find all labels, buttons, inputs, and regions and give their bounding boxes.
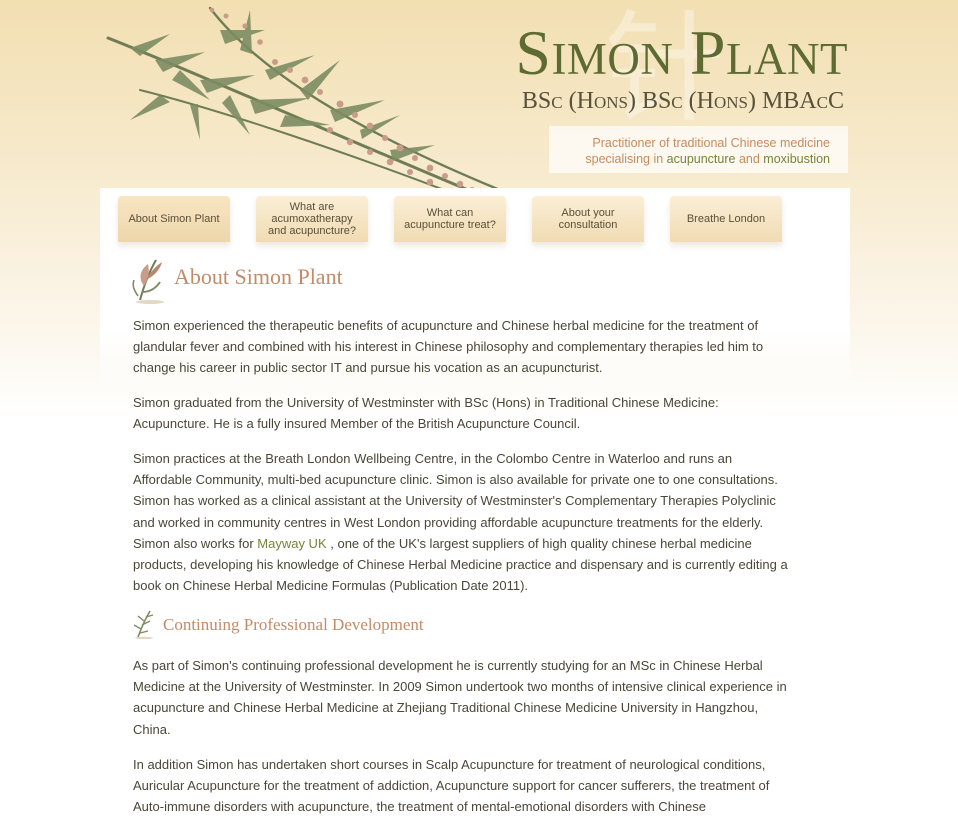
leaf-sprig-icon [133,610,154,639]
moxibustion-link[interactable]: moxibustion [763,152,830,166]
page-title: About Simon Plant [174,264,343,289]
nav-tab-about-your-consultation[interactable]: About your consultation [532,196,644,242]
site-header: 针 Simon Plant BSc (Hons) BSc (Hons) MBAc… [100,0,850,197]
nav-tab-label: About Simon Plant [128,213,220,225]
page-container: 针 Simon Plant BSc (Hons) BSc (Hons) MBAc… [100,0,850,814]
site-title: Simon Plant [515,17,848,88]
paragraph: In addition Simon has undertaken short c… [133,757,770,815]
nav-tab-breathe-london[interactable]: Breathe London [670,196,782,242]
nav-tab-about-simon-plant[interactable]: About Simon Plant [118,196,230,242]
acupuncture-link[interactable]: acupuncture [667,152,736,166]
tagline: Practitioner of traditional Chinese medi… [549,126,848,173]
nav-tab-label: What are acumoxatherapy and acupuncture? [267,201,357,237]
nav-tab-label: Breathe London [686,213,766,225]
nav-tab-label: What can acupuncture treat? [404,207,496,231]
main-nav: About Simon Plant What are acumoxatherap… [118,196,838,246]
herb-branch-illustration [106,6,502,197]
paragraph: Simon graduated from the University of W… [133,395,719,432]
mayway-uk-link[interactable]: Mayway UK [257,536,326,551]
tagline-and: and [735,152,764,166]
tagline-line2: specialising in acupuncture and moxibust… [549,151,830,167]
nav-tab-label: About your consultation [558,207,618,231]
tagline-line1: Practitioner of traditional Chinese medi… [592,136,830,150]
herb-sprig-icon [132,259,164,304]
nav-tab-what-are-acumoxatherapy[interactable]: What are acumoxatherapy and acupuncture? [256,196,368,242]
credentials: BSc (Hons) BSc (Hons) MBAcC [521,88,844,114]
paragraph: Simon practices at the Breath London Wel… [133,448,793,596]
paragraph: As part of Simon's continuing profession… [133,658,787,737]
tagline-prefix: specialising in [585,152,667,166]
paragraph: Simon experienced the therapeutic benefi… [133,318,764,376]
nav-tab-what-can-acupuncture-treat[interactable]: What can acupuncture treat? [394,196,506,242]
section-heading: Continuing Professional Development [163,615,424,634]
